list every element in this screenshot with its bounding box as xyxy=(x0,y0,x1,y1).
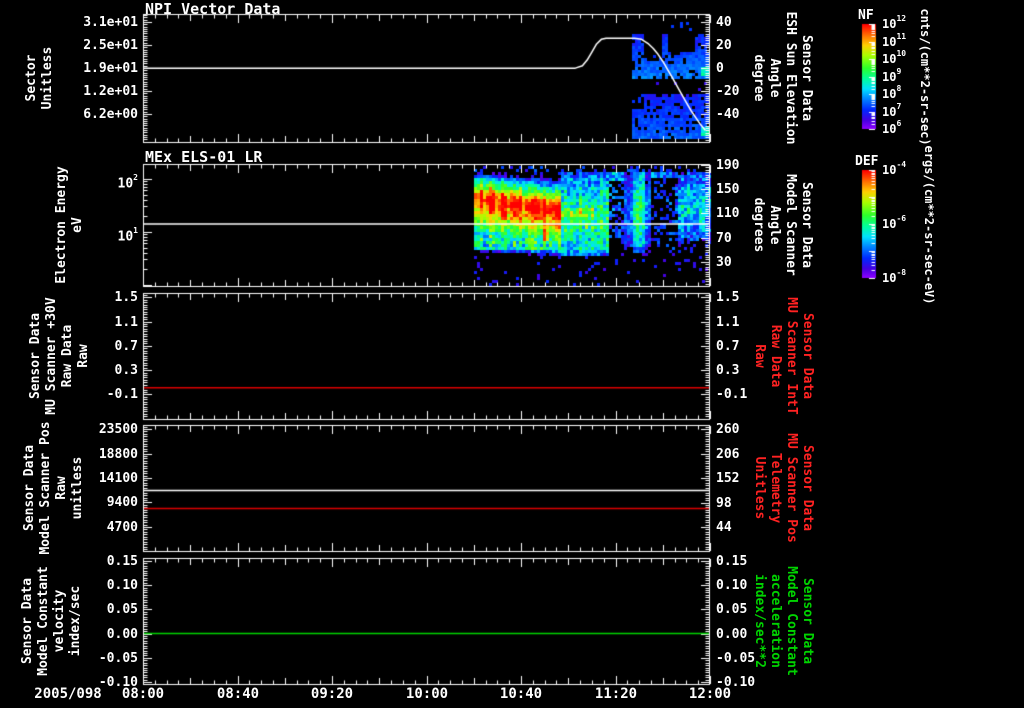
ylabel-left-model-constant: Sensor Data Model Constant velocity inde… xyxy=(20,566,83,676)
plot-screen: 3.1e+01 2.5e+01 1.9e+01 1.2e+01 6.2e+00 40 20 0… xyxy=(0,0,1024,708)
generated-labels-layer: 3.1e+01 2.5e+01 1.9e+01 1.2e+01 6.2e+00 40 20 0… xyxy=(0,0,1024,708)
x-tick-label: 10:00 xyxy=(405,686,449,702)
x-tick-label: 09:20 xyxy=(310,686,354,702)
colorbar-nf-tick-label: 109 xyxy=(882,67,902,84)
colorbar-def-title: DEF xyxy=(855,154,879,169)
ylabel-right-mu-scanner-pos: Sensor Data MU Scanner Pos Telemetry Uni… xyxy=(752,433,815,543)
ylabel-left-sector: Sector Unitless xyxy=(24,46,55,110)
colorbar-nf-title: NF xyxy=(858,8,874,23)
y-tick-label-right: 190 xyxy=(716,158,740,173)
x-tick-label: 11:20 xyxy=(594,686,638,702)
x-tick-label: 08:40 xyxy=(216,686,260,702)
ylabel-left-electron-energy: Electron Energy eV xyxy=(54,166,85,284)
colorbar-nf-tick-label: 1010 xyxy=(882,49,907,66)
colorbar-nf-unit-label: cnts/(cm**2-sr-sec) xyxy=(918,8,932,146)
date-label: 2005/098 xyxy=(34,686,102,702)
y-tick-label-left: 2.5e+01 xyxy=(83,38,138,53)
x-tick-label: 10:40 xyxy=(499,686,543,702)
colorbar-nf-tick-label: 106 xyxy=(882,119,902,136)
colorbar-nf-tick-label: 107 xyxy=(882,102,902,119)
ylabel-right-model-constant-acceleration: Sensor Data Model Constant acceleration … xyxy=(752,566,815,676)
y-tick-label-left: 6.2e+00 xyxy=(83,107,138,122)
colorbar-nf-tick-label: 108 xyxy=(882,84,902,101)
x-tick-label: 12:00 xyxy=(688,686,732,702)
colorbar-def-unit-label: ergs/(cm**2-sr-sec-eV) xyxy=(922,145,936,305)
panel-title-mex-els-01-lr: MEx ELS-01 LR xyxy=(145,148,263,166)
panel-title-npi-vector-data: NPI Vector Data xyxy=(145,0,281,18)
colorbar-nf-tick-label: 1011 xyxy=(882,32,907,49)
ylabel-left-model-scanner-pos: Sensor Data Model Scanner Pos Raw unitle… xyxy=(22,421,85,555)
ylabel-right-mu-scanner-intt: Sensor Data MU Scanner IntT Raw Data Raw xyxy=(752,297,815,415)
ylabel-left-mu-scanner-30v: Sensor Data MU Scanner +30V Raw Data Raw xyxy=(28,297,91,415)
ylabel-right-esh-sun-elevation: Sensor Data ESH Sun Elevation Angle degr… xyxy=(751,11,814,145)
x-tick-label: 08:00 xyxy=(121,686,165,702)
y-tick-label-left: 1.2e+01 xyxy=(83,84,138,99)
ylabel-right-model-scanner-angle: Sensor Data Model Scanner Angle degrees xyxy=(751,174,814,276)
y-tick-label-left: 1.9e+01 xyxy=(83,61,138,76)
colorbar-nf-tick-label: 1012 xyxy=(882,14,907,31)
y-tick-label-left: 3.1e+01 xyxy=(83,15,138,30)
